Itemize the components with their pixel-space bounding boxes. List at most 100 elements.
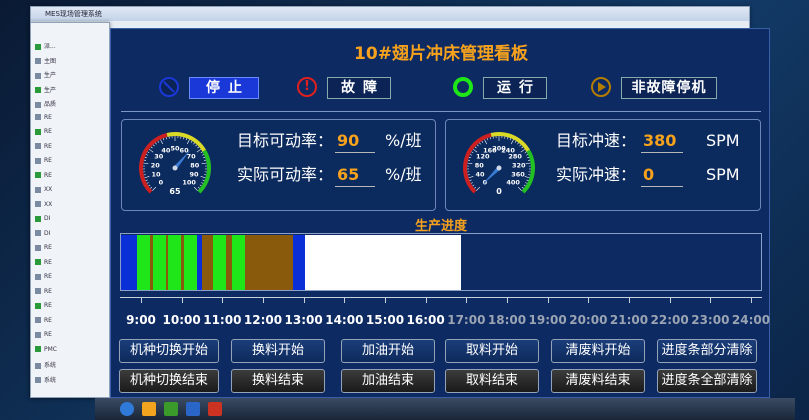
gauge-tick xyxy=(197,146,200,149)
start-action-button[interactable]: 取料开始 xyxy=(445,339,539,363)
time-tick xyxy=(303,297,305,303)
gauge-tick xyxy=(517,142,519,145)
background-sidebar-item[interactable]: 主图 xyxy=(35,56,56,66)
gauge-tick xyxy=(186,139,190,145)
gauge-tick-label: 360 xyxy=(511,171,525,179)
background-sidebar-item[interactable]: RE xyxy=(35,317,52,327)
background-sidebar-item[interactable]: RE xyxy=(35,128,52,138)
background-sidebar-item[interactable]: 派... xyxy=(35,41,56,51)
background-sidebar-item[interactable]: RE xyxy=(35,143,52,153)
list-icon xyxy=(35,72,41,79)
speed-gauge: 040801201602002402803203604000 xyxy=(463,132,535,196)
gauge-tick xyxy=(203,156,206,159)
background-sidebar-item[interactable]: 系统 xyxy=(35,375,56,385)
list-icon xyxy=(35,101,41,108)
start-action-button[interactable]: 进度条部分清除 xyxy=(657,339,757,363)
time-label: 22:00 xyxy=(650,313,689,327)
background-sidebar-label: RE xyxy=(44,302,52,309)
background-sidebar-label: RE xyxy=(44,331,52,338)
gauge-tick xyxy=(524,176,530,179)
time-label: 17:00 xyxy=(447,313,486,327)
browser-tab[interactable]: MES现场管理系统 xyxy=(31,7,749,21)
divider xyxy=(121,111,761,112)
gauge-tick-label: 90 xyxy=(189,171,199,179)
background-sidebar-item[interactable]: RE xyxy=(35,157,52,167)
gauge-tick-label: 320 xyxy=(512,161,526,169)
end-action-button[interactable]: 清废料结束 xyxy=(551,369,645,393)
background-sidebar-item[interactable]: RE xyxy=(35,259,52,269)
gauge-tick xyxy=(147,151,150,153)
gauge-tick xyxy=(472,148,478,153)
time-tick xyxy=(547,297,549,303)
start-action-button[interactable]: 换料开始 xyxy=(231,339,325,363)
background-sidebar-item[interactable]: RE xyxy=(35,331,52,341)
time-tick xyxy=(425,297,427,303)
status-label: 运行 xyxy=(483,77,547,99)
gauge-tick xyxy=(150,186,153,189)
end-action-button[interactable]: 加油结束 xyxy=(341,369,435,393)
gauge-tick xyxy=(520,148,526,153)
background-sidebar-label: DI xyxy=(44,229,51,237)
gauge-tick xyxy=(469,154,472,156)
background-sidebar-item[interactable]: 生产 xyxy=(35,70,56,80)
taskbar-app-icon[interactable] xyxy=(164,402,178,416)
status-non-fault-stop[interactable]: 非故障停机 xyxy=(591,77,721,99)
progress-segment xyxy=(121,235,137,290)
background-sidebar-item[interactable]: DI xyxy=(35,230,50,240)
status-fault[interactable]: ! 故障 xyxy=(297,77,407,99)
end-action-button[interactable]: 进度条全部清除 xyxy=(657,369,757,393)
start-action-button[interactable]: 清废料开始 xyxy=(551,339,645,363)
time-label: 20:00 xyxy=(569,313,608,327)
end-action-button[interactable]: 换料结束 xyxy=(231,369,325,393)
taskbar-app-icon[interactable] xyxy=(142,402,156,416)
background-sidebar-item[interactable]: RE xyxy=(35,114,52,124)
background-sidebar-item[interactable]: 生产 xyxy=(35,85,56,95)
start-icon[interactable] xyxy=(120,402,134,416)
gauge-tick xyxy=(521,146,524,149)
list-icon xyxy=(35,288,41,294)
time-label: 12:00 xyxy=(243,313,283,327)
gauge-tick xyxy=(146,182,149,184)
gauge-tick xyxy=(143,162,149,165)
gauge-tick-label: 400 xyxy=(506,179,520,187)
start-action-button[interactable]: 机种切换开始 xyxy=(119,339,219,363)
list-icon xyxy=(35,186,41,193)
status-stop[interactable]: 停止 xyxy=(159,77,269,99)
background-sidebar-item[interactable]: PMC xyxy=(35,346,57,356)
progress-segment xyxy=(201,235,213,290)
gauge-tick-label: 80 xyxy=(475,161,485,169)
background-sidebar-item[interactable]: 品质 xyxy=(35,99,56,109)
gauge-tick xyxy=(162,138,165,141)
start-action-button[interactable]: 加油开始 xyxy=(341,339,435,363)
gauge-tick-label: 40 xyxy=(475,171,485,179)
status-running[interactable]: 运行 xyxy=(453,77,563,99)
time-tick xyxy=(385,297,386,303)
time-tick xyxy=(669,297,671,303)
background-sidebar-label: RE xyxy=(44,244,52,251)
time-tick xyxy=(466,297,468,303)
background-sidebar-item[interactable]: RE xyxy=(35,172,52,182)
list-icon xyxy=(35,317,41,323)
gauge-tick xyxy=(474,146,477,149)
background-sidebar-item[interactable]: DI xyxy=(35,215,50,225)
background-sidebar-item[interactable]: XX xyxy=(35,201,52,211)
background-sidebar-label: 生产 xyxy=(44,72,57,79)
background-sidebar-item[interactable]: RE xyxy=(35,288,52,298)
background-sidebar-item[interactable]: RE xyxy=(35,244,52,254)
taskbar-app-icon[interactable] xyxy=(186,402,200,416)
taskbar-app-icon[interactable] xyxy=(208,402,222,416)
background-sidebar-item[interactable]: RE xyxy=(35,273,52,283)
background-sidebar-item[interactable]: 系统 xyxy=(35,360,56,370)
end-action-button[interactable]: 机种切换结束 xyxy=(119,369,219,393)
gauge-hub xyxy=(496,165,502,171)
gauge-tick xyxy=(145,154,148,156)
gauge-tick xyxy=(197,186,200,189)
gauge-tick xyxy=(514,140,517,143)
press-dashboard: 10#翅片冲床管理看板 停止 ! 故障 运行 非故障停机 0 10 20 30 40 50… xyxy=(110,28,770,398)
target-speed: 目标冲速： 380 SPM xyxy=(556,130,756,153)
background-sidebar-item[interactable]: XX xyxy=(35,186,52,196)
progress-segment xyxy=(212,235,226,290)
end-action-button[interactable]: 取料结束 xyxy=(445,369,539,393)
time-label: 18:00 xyxy=(487,313,527,327)
background-sidebar-item[interactable]: RE xyxy=(35,302,52,312)
